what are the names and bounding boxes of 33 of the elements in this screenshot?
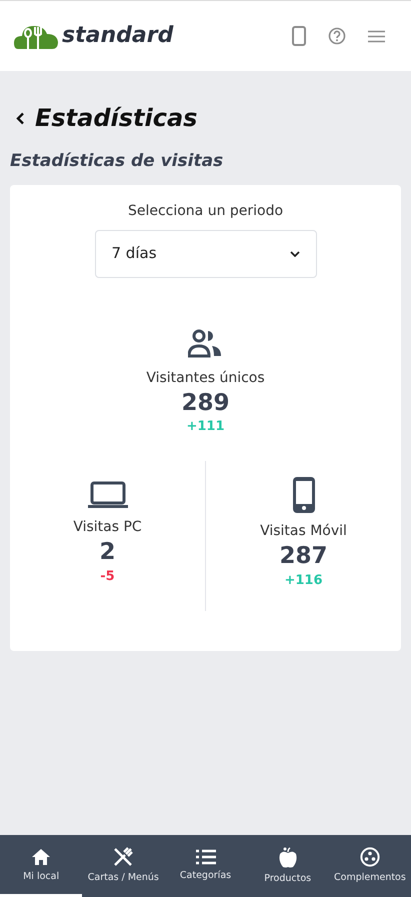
laptop-icon	[88, 480, 128, 509]
stat-value: 2	[99, 538, 116, 566]
fork-knife-icon	[113, 847, 134, 868]
list-icon	[196, 849, 216, 866]
stat-change: -5	[100, 568, 115, 586]
apple-icon	[278, 846, 297, 868]
users-icon	[188, 328, 222, 358]
page-title: Estadísticas	[35, 103, 198, 134]
stat-label: Visitas PC	[73, 518, 142, 537]
help-icon[interactable]	[328, 27, 346, 45]
nav-tab[interactable]: Complementos	[328, 835, 411, 897]
nav-tab[interactable]: Productos	[246, 835, 329, 897]
period-label: Selecciona un periodo	[128, 202, 284, 220]
nav-tab[interactable]: Mi local	[0, 835, 82, 897]
home-icon	[31, 848, 52, 866]
logo-icon	[14, 23, 58, 49]
smartphone-icon	[292, 476, 314, 513]
stat-label: Visitas Móvil	[260, 522, 347, 541]
stat-value: 287	[279, 542, 328, 570]
section-title: Estadísticas de visitas	[9, 150, 224, 173]
chevron-down-icon	[290, 250, 300, 256]
brand-name: standard	[62, 25, 174, 47]
stat-change: +116	[284, 572, 323, 590]
stat-label: Visitantes únicos	[146, 368, 265, 388]
nav-tab[interactable]: Categorías	[164, 835, 247, 897]
stat-value: 289	[181, 388, 230, 418]
nav-tab[interactable]: Cartas / Menús	[82, 835, 164, 897]
phone-icon[interactable]	[292, 26, 306, 46]
circle-dots-icon	[360, 847, 380, 868]
period-select[interactable]: 7 días	[94, 230, 316, 278]
back-icon[interactable]	[16, 112, 25, 124]
menu-icon[interactable]	[368, 30, 385, 42]
stat-change: +111	[186, 418, 224, 436]
